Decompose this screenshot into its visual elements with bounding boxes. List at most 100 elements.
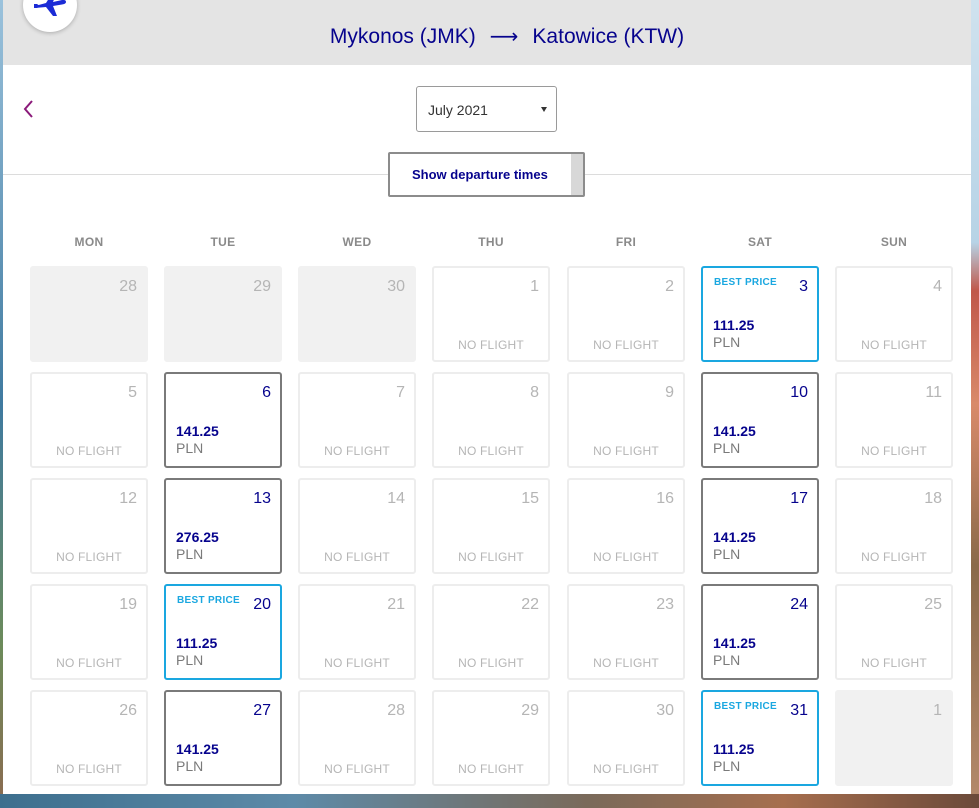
fare-currency: PLN — [176, 546, 204, 562]
calendar-day-no-flight: 15 NO FLIGHT — [432, 478, 550, 574]
month-select-value: July 2021 — [428, 102, 488, 118]
day-number: 28 — [119, 278, 137, 295]
show-departure-times-button[interactable]: Show departure times — [388, 152, 585, 197]
calendar-day-no-flight: 23 NO FLIGHT — [567, 584, 685, 680]
day-number: 23 — [656, 596, 674, 613]
day-number: 1 — [530, 278, 539, 295]
day-number: 2 — [665, 278, 674, 295]
day-number: 27 — [253, 702, 271, 719]
button-scrollbar[interactable] — [571, 154, 583, 195]
no-flight-label: NO FLIGHT — [593, 550, 659, 564]
destination-airport: Katowice (KTW) — [532, 24, 685, 48]
day-number: 29 — [253, 278, 271, 295]
no-flight-label: NO FLIGHT — [56, 444, 122, 458]
fare-price: 141.25 — [713, 529, 756, 545]
calendar-day-with-fare[interactable]: 24 141.25 PLN — [701, 584, 819, 680]
day-number: 26 — [119, 702, 137, 719]
best-price-badge: BEST PRICE — [177, 595, 241, 606]
best-price-badge: BEST PRICE — [714, 277, 778, 288]
calendar-day-no-flight: 14 NO FLIGHT — [298, 478, 416, 574]
route-header: Mykonos (JMK) ⟶ Katowice (KTW) — [3, 0, 971, 65]
calendar-day-no-flight: 22 NO FLIGHT — [432, 584, 550, 680]
no-flight-label: NO FLIGHT — [593, 656, 659, 670]
no-flight-label: NO FLIGHT — [324, 444, 390, 458]
no-flight-label: NO FLIGHT — [458, 762, 524, 776]
day-number: 13 — [253, 490, 271, 507]
calendar-day-with-fare[interactable]: 27 141.25 PLN — [164, 690, 282, 786]
day-number: 30 — [387, 278, 405, 295]
day-number: 11 — [925, 384, 942, 401]
fare-price: 111.25 — [176, 635, 218, 651]
chevron-left-icon — [23, 100, 33, 118]
fare-currency: PLN — [176, 652, 204, 668]
calendar-day-no-flight: 19 NO FLIGHT — [30, 584, 148, 680]
month-select[interactable]: July 2021 — [416, 86, 557, 132]
airplane-icon — [34, 0, 66, 16]
fare-currency: PLN — [713, 758, 741, 774]
calendar-day-outside-month: 29 — [164, 266, 282, 362]
no-flight-label: NO FLIGHT — [861, 656, 927, 670]
day-number: 16 — [656, 490, 674, 507]
no-flight-label: NO FLIGHT — [593, 444, 659, 458]
caret-down-icon — [541, 107, 547, 112]
calendar-day-no-flight: 21 NO FLIGHT — [298, 584, 416, 680]
fare-price: 141.25 — [713, 635, 756, 651]
calendar-day-no-flight: 9 NO FLIGHT — [567, 372, 685, 468]
day-number: 8 — [530, 384, 539, 401]
day-number: 25 — [924, 596, 942, 613]
no-flight-label: NO FLIGHT — [324, 762, 390, 776]
weekday-label-sat: SAT — [747, 235, 772, 249]
no-flight-label: NO FLIGHT — [861, 338, 927, 352]
best-price-badge: BEST PRICE — [714, 701, 778, 712]
fare-currency: PLN — [713, 440, 741, 456]
calendar-day-with-fare[interactable]: 13 276.25 PLN — [164, 478, 282, 574]
fare-currency: PLN — [176, 440, 204, 456]
calendar-day-no-flight: 7 NO FLIGHT — [298, 372, 416, 468]
no-flight-label: NO FLIGHT — [861, 550, 927, 564]
no-flight-label: NO FLIGHT — [458, 550, 524, 564]
previous-month-button[interactable] — [21, 98, 37, 120]
calendar-day-with-fare[interactable]: 10 141.25 PLN — [701, 372, 819, 468]
day-number: 24 — [790, 596, 808, 613]
calendar-day-no-flight: 30 NO FLIGHT — [567, 690, 685, 786]
fare-price: 111.25 — [713, 317, 755, 333]
no-flight-label: NO FLIGHT — [458, 338, 524, 352]
day-number: 4 — [933, 278, 942, 295]
day-number: 29 — [521, 702, 539, 719]
day-number: 19 — [119, 596, 137, 613]
day-number: 12 — [119, 490, 137, 507]
calendar-day-with-fare[interactable]: 31 BEST PRICE 111.25 PLN — [701, 690, 819, 786]
fare-currency: PLN — [713, 546, 741, 562]
calendar-day-outside-month: 1 — [835, 690, 953, 786]
weekday-label-wed: WED — [342, 235, 372, 249]
fare-price: 276.25 — [176, 529, 219, 545]
weekday-label-tue: TUE — [210, 235, 236, 249]
calendar-day-with-fare[interactable]: 17 141.25 PLN — [701, 478, 819, 574]
origin-airport: Mykonos (JMK) — [329, 24, 476, 48]
weekday-label-fri: FRI — [615, 235, 637, 249]
no-flight-label: NO FLIGHT — [861, 444, 927, 458]
calendar-day-with-fare[interactable]: 3 BEST PRICE 111.25 PLN — [701, 266, 819, 362]
day-number: 18 — [924, 490, 942, 507]
no-flight-label: NO FLIGHT — [458, 444, 524, 458]
calendar-day-no-flight: 1 NO FLIGHT — [432, 266, 550, 362]
weekday-label-sun: SUN — [880, 235, 908, 249]
day-number: 14 — [387, 490, 405, 507]
fare-price: 141.25 — [176, 423, 219, 439]
fare-currency: PLN — [713, 334, 741, 350]
route-arrow: ⟶ — [489, 26, 519, 48]
calendar-day-with-fare[interactable]: 6 141.25 PLN — [164, 372, 282, 468]
fare-calendar-panel: Mykonos (JMK) ⟶ Katowice (KTW) July 2021… — [3, 0, 971, 794]
no-flight-label: NO FLIGHT — [56, 550, 122, 564]
calendar-day-no-flight: 8 NO FLIGHT — [432, 372, 550, 468]
no-flight-label: NO FLIGHT — [56, 762, 122, 776]
day-number: 31 — [790, 702, 808, 719]
fare-price: 141.25 — [713, 423, 756, 439]
background-scenery-bottom — [0, 794, 979, 808]
show-departure-times-label: Show departure times — [412, 167, 548, 182]
route-title: Mykonos (JMK) ⟶ Katowice (KTW) — [3, 24, 971, 49]
calendar-day-with-fare[interactable]: 20 BEST PRICE 111.25 PLN — [164, 584, 282, 680]
no-flight-label: NO FLIGHT — [324, 656, 390, 670]
fare-price: 141.25 — [176, 741, 219, 757]
day-number: 28 — [387, 702, 405, 719]
